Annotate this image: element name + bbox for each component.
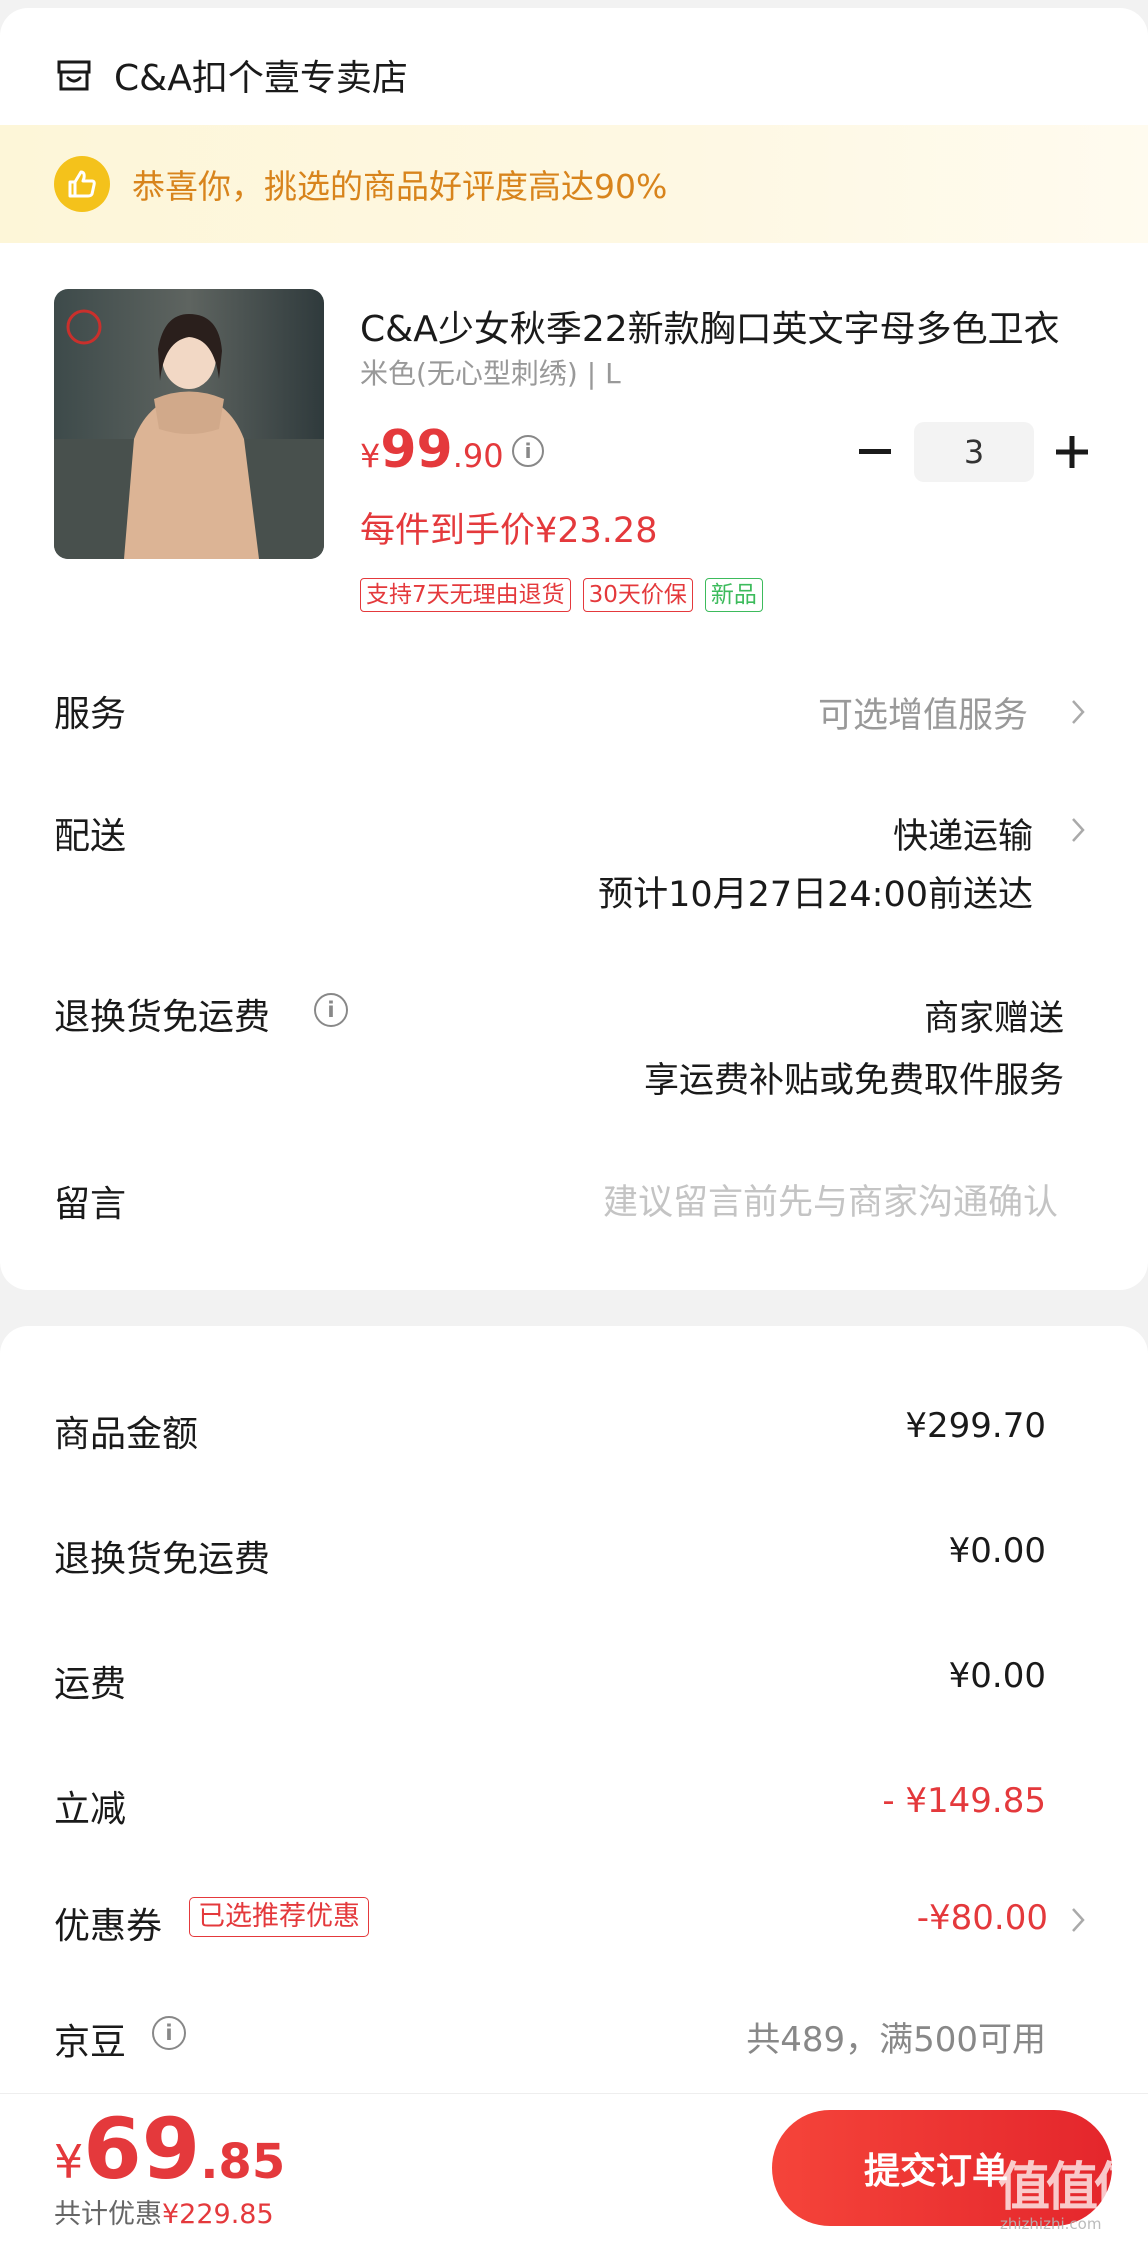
price-integer: 99 — [380, 420, 453, 480]
thumbs-up-icon — [54, 156, 110, 212]
note-label: 留言 — [54, 1184, 127, 1225]
total-decimal: .85 — [200, 2134, 286, 2190]
discount-value: - ¥149.85 — [882, 1781, 1046, 1821]
jd-bean-value: 共489，满500可用 — [746, 2020, 1046, 2060]
return-fee-label: 退换货免运费 — [54, 1539, 271, 1580]
total-integer: 69 — [83, 2100, 201, 2198]
shipping-value: ¥0.00 — [948, 1656, 1046, 1696]
delivery-eta: 预计10月27日24:00前送达 — [598, 875, 1033, 915]
delivery-chevron-icon[interactable] — [1068, 815, 1088, 845]
shop-header[interactable]: C&A扣个壹专卖店 — [54, 50, 408, 100]
price-currency: ¥ — [360, 437, 381, 475]
discount-label: 立减 — [54, 1789, 127, 1830]
quantity-input[interactable]: 3 — [914, 422, 1034, 482]
return-label: 退换货免运费 — [54, 997, 271, 1038]
jd-bean-label: 京豆 — [54, 2022, 127, 2063]
watermark: 值值值 — [998, 2158, 1146, 2218]
price-info-icon[interactable]: i — [512, 435, 544, 467]
product-tags: 支持7天无理由退货 30天价保 新品 — [360, 578, 763, 612]
banner-text: 恭喜你，挑选的商品好评度高达90% — [132, 167, 668, 206]
service-label: 服务 — [54, 694, 127, 735]
coupon-tag: 已选推荐优惠 — [189, 1897, 369, 1937]
delivery-label: 配送 — [54, 816, 127, 857]
watermark-sub: zhizhizhi.com — [1000, 2215, 1102, 2233]
delivery-value[interactable]: 快递运输 — [893, 808, 1033, 859]
saving-label: 共计优惠 — [54, 2199, 162, 2230]
total-currency: ¥ — [54, 2135, 84, 2189]
quantity-minus-button[interactable] — [855, 432, 895, 472]
shipping-label: 运费 — [54, 1664, 127, 1705]
return-sub: 享运费补贴或免费取件服务 — [643, 1061, 1064, 1101]
coupon-value[interactable]: -¥80.00 — [917, 1898, 1048, 1938]
product-spec[interactable]: 米色(无心型刺绣) | L — [360, 352, 621, 392]
return-value: 商家赠送 — [923, 999, 1064, 1039]
goods-amount-label: 商品金额 — [54, 1414, 199, 1455]
saving-value: ¥229.85 — [162, 2199, 274, 2230]
service-chevron-icon[interactable] — [1068, 697, 1088, 727]
tag-new: 新品 — [704, 578, 763, 612]
return-fee-value: ¥0.00 — [948, 1531, 1046, 1571]
goods-amount-value: ¥299.70 — [905, 1406, 1046, 1446]
tag-price-protect: 30天价保 — [582, 578, 693, 612]
shop-icon — [54, 55, 94, 95]
jd-bean-info-icon[interactable]: i — [152, 2016, 186, 2050]
quantity-plus-button[interactable] — [1052, 432, 1092, 472]
return-info-icon[interactable]: i — [314, 993, 348, 1027]
product-title[interactable]: C&A少女秋季22新款胸口英文字母多色卫衣 — [360, 300, 1080, 352]
tag-return: 支持7天无理由退货 — [360, 578, 571, 612]
total-price: ¥ 69 .85 — [54, 2100, 285, 2198]
coupon-label: 优惠券 — [54, 1906, 163, 1947]
coupon-chevron-icon[interactable] — [1068, 1905, 1088, 1935]
price-decimal: .90 — [452, 437, 504, 475]
submit-label: 提交订单 — [864, 2151, 1009, 2192]
rating-banner: 恭喜你，挑选的商品好评度高达90% — [0, 125, 1148, 243]
total-saving: 共计优惠¥229.85 — [54, 2192, 274, 2231]
unit-price: 每件到手价¥23.28 — [360, 511, 658, 551]
note-input[interactable]: 建议留言前先与商家沟通确认 — [603, 1174, 1058, 1225]
product-price: ¥ 99 .90 — [360, 420, 504, 480]
shop-name: C&A扣个壹专卖店 — [114, 58, 408, 99]
product-image[interactable] — [54, 289, 324, 559]
service-value[interactable]: 可选增值服务 — [818, 687, 1028, 738]
